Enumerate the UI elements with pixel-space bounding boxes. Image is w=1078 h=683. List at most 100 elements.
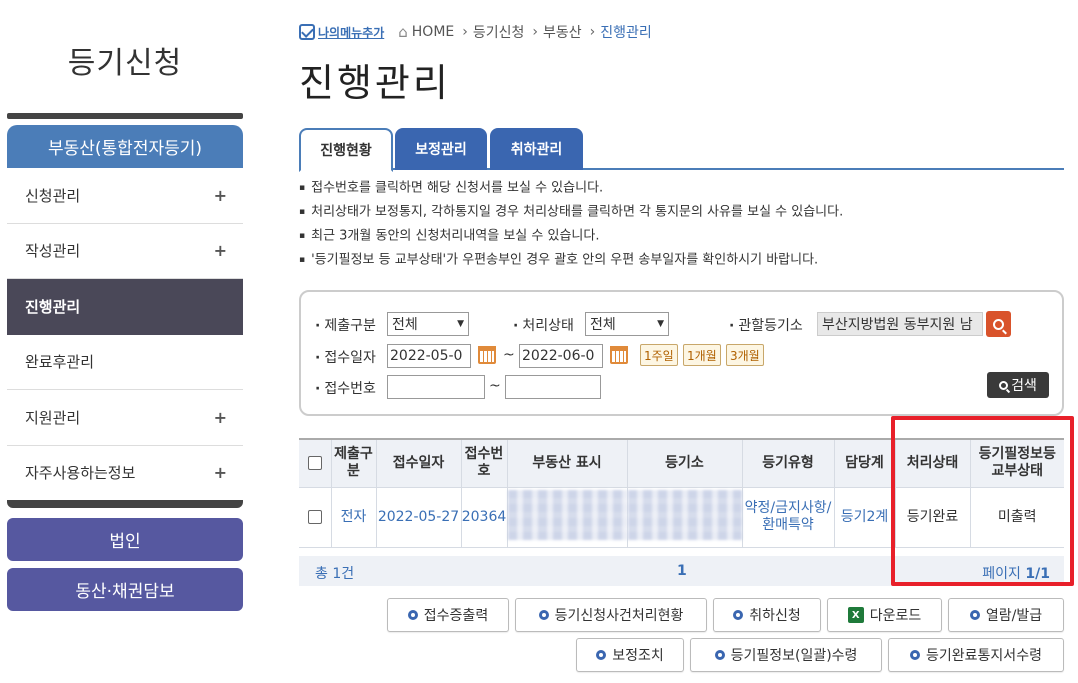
notice-item: 처리상태가 보정통지, 각하통지일 경우 처리상태를 클릭하면 각 통지문의 사… bbox=[299, 204, 843, 228]
button-label: 등기필정보(일괄)수령 bbox=[730, 648, 858, 664]
sidebar-item-progress[interactable]: 진행관리 bbox=[7, 279, 243, 335]
plus-icon[interactable]: + bbox=[214, 408, 227, 427]
breadcrumb-item[interactable]: 부동산 bbox=[543, 22, 582, 42]
column-header[interactable]: 제출구분 bbox=[330, 438, 377, 488]
sidebar-item-after-completion[interactable]: 완료후관리 bbox=[7, 335, 243, 390]
page-indicator: 페이지 1/1 bbox=[982, 563, 1050, 583]
column-header[interactable]: 부동산 표시 bbox=[506, 438, 628, 488]
plus-icon[interactable]: + bbox=[214, 241, 227, 260]
column-header[interactable]: 처리상태 bbox=[894, 438, 971, 488]
total-count: 총 1건 bbox=[315, 566, 355, 582]
breadcrumb-item[interactable]: 등기신청 bbox=[473, 22, 525, 42]
column-header[interactable]: 등기소 bbox=[626, 438, 743, 488]
column-header[interactable]: 접수일자 bbox=[375, 438, 462, 488]
period-1month-button[interactable]: 1개월 bbox=[683, 344, 721, 366]
download-button[interactable]: X 다운로드 bbox=[827, 598, 942, 632]
sidebar-corporation-button[interactable]: 법인 bbox=[7, 518, 243, 561]
tab-progress[interactable]: 진행현황 bbox=[299, 128, 393, 172]
period-3month-button[interactable]: 3개월 bbox=[726, 344, 764, 366]
sidebar-item-support[interactable]: 지원관리 + bbox=[7, 390, 243, 446]
page-indicator-value: 1/1 bbox=[1025, 566, 1050, 582]
calendar-icon[interactable] bbox=[610, 346, 628, 364]
search-panel: 제출구분 전체 ▼ 처리상태 전체 ▼ 관할등기소 부산지방법원 동부지원 남 … bbox=[299, 290, 1064, 416]
range-separator: ~ bbox=[503, 347, 515, 363]
check-icon[interactable] bbox=[299, 24, 315, 40]
bullet-icon bbox=[596, 650, 607, 660]
add-my-menu-link[interactable]: 나의메뉴추가 bbox=[318, 24, 384, 41]
page-title: 진행관리 bbox=[299, 61, 451, 105]
submit-type-label: 제출구분 bbox=[315, 315, 376, 335]
page-link[interactable]: 1 bbox=[677, 563, 687, 579]
tab-withdrawal[interactable]: 취하관리 bbox=[490, 128, 583, 170]
column-header[interactable]: 등기필정보등 교부상태 bbox=[969, 438, 1064, 488]
button-label: 등기완료통지서수령 bbox=[926, 648, 1042, 664]
submit-type-select[interactable]: 전체 ▼ bbox=[387, 312, 469, 336]
date-to-input[interactable]: 2022-06-0 bbox=[519, 344, 603, 368]
sidebar-section-head[interactable]: 부동산(통합전자등기) bbox=[7, 125, 243, 168]
sidebar-item-apply[interactable]: 신청관리 + bbox=[7, 168, 243, 224]
period-1week-button[interactable]: 1주일 bbox=[640, 344, 678, 366]
sidebar: 등기신청 부동산(통합전자등기) 신청관리 + 작성관리 + 진행관리 완료후관… bbox=[7, 0, 243, 683]
button-label: 열람/발급 bbox=[985, 608, 1043, 624]
calendar-icon[interactable] bbox=[478, 346, 496, 364]
button-label: 다운로드 bbox=[869, 608, 922, 624]
cell-receipt-date[interactable]: 2022-05-27 bbox=[375, 486, 462, 548]
column-header[interactable]: 등기유형 bbox=[741, 438, 835, 488]
bullet-icon bbox=[910, 650, 921, 660]
row-checkbox[interactable] bbox=[307, 509, 322, 524]
button-label: 등기신청사건처리현황 bbox=[554, 608, 684, 624]
row-select-cell bbox=[299, 486, 332, 548]
sidebar-movable-button[interactable]: 동산·채권담보 bbox=[7, 568, 243, 611]
date-from-input[interactable]: 2022-05-0 bbox=[387, 344, 471, 368]
notice-list: 접수번호를 클릭하면 해당 신청서를 보실 수 있습니다. 처리상태가 보정통지… bbox=[299, 180, 843, 276]
case-status-button[interactable]: 등기신청사건처리현황 bbox=[515, 598, 707, 632]
view-issue-button[interactable]: 열람/발급 bbox=[948, 598, 1064, 632]
court-label: 관할등기소 bbox=[729, 315, 802, 335]
sidebar-item-label: 지원관리 bbox=[25, 408, 81, 427]
receipt-print-button[interactable]: 접수증출력 bbox=[387, 598, 509, 632]
completion-notice-button[interactable]: 등기완료통지서수령 bbox=[888, 638, 1064, 672]
button-label: 취하신청 bbox=[749, 608, 801, 624]
column-header[interactable]: 접수번호 bbox=[460, 438, 508, 488]
tab-correction[interactable]: 보정관리 bbox=[395, 128, 487, 170]
cell-status[interactable]: 등기완료 bbox=[894, 486, 971, 548]
receipt-no-label: 접수번호 bbox=[315, 378, 376, 398]
cell-property bbox=[506, 486, 628, 548]
status-select[interactable]: 전체 ▼ bbox=[585, 312, 669, 336]
cell-receipt-no[interactable]: 20364 bbox=[460, 486, 508, 548]
bulk-receive-button[interactable]: 등기필정보(일괄)수령 bbox=[690, 638, 882, 672]
status-label: 처리상태 bbox=[513, 315, 574, 335]
search-button[interactable]: 검색 bbox=[987, 372, 1049, 398]
sidebar-menu: 신청관리 + 작성관리 + 진행관리 완료후관리 지원관리 + 자주사용하는정보… bbox=[7, 168, 243, 501]
plus-icon[interactable]: + bbox=[214, 463, 227, 482]
sidebar-item-label: 작성관리 bbox=[25, 242, 81, 261]
court-search-button[interactable] bbox=[986, 311, 1011, 337]
breadcrumb-home[interactable]: HOME bbox=[412, 24, 454, 40]
sidebar-item-label: 진행관리 bbox=[25, 298, 81, 317]
bullet-icon bbox=[538, 610, 549, 620]
sidebar-item-compose[interactable]: 작성관리 + bbox=[7, 224, 243, 279]
search-button-label: 검색 bbox=[1011, 378, 1037, 394]
receipt-no-from-input[interactable] bbox=[387, 375, 485, 399]
column-header[interactable]: 담당계 bbox=[833, 438, 896, 488]
table-row[interactable]: 전자 2022-05-27 20364 약정/금지사항/환매특약 등기2계 등기… bbox=[299, 486, 1064, 548]
cell-team[interactable]: 등기2계 bbox=[833, 486, 896, 548]
withdraw-request-button[interactable]: 취하신청 bbox=[713, 598, 821, 632]
excel-icon: X bbox=[847, 607, 864, 623]
select-all-checkbox[interactable] bbox=[307, 455, 322, 470]
cell-registration-type[interactable]: 약정/금지사항/환매특약 bbox=[741, 486, 835, 548]
court-field[interactable]: 부산지방법원 동부지원 남 bbox=[817, 312, 983, 336]
sidebar-divider bbox=[7, 113, 243, 119]
cell-submit-type[interactable]: 전자 bbox=[330, 486, 377, 548]
plus-icon[interactable]: + bbox=[214, 186, 227, 205]
date-label: 접수일자 bbox=[315, 347, 376, 367]
sidebar-item-frequent-info[interactable]: 자주사용하는정보 + bbox=[7, 446, 243, 501]
sidebar-divider-bottom bbox=[7, 500, 243, 508]
table-header-row: 제출구분 접수일자 접수번호 부동산 표시 등기소 등기유형 담당계 처리상태 … bbox=[299, 438, 1064, 488]
receipt-no-to-input[interactable] bbox=[505, 375, 601, 399]
select-all-cell bbox=[299, 438, 332, 488]
correction-action-button[interactable]: 보정조치 bbox=[576, 638, 684, 672]
sidebar-item-label: 자주사용하는정보 bbox=[25, 464, 136, 483]
bullet-icon bbox=[733, 610, 744, 620]
notice-item: 최근 3개월 동안의 신청처리내역을 보실 수 있습니다. bbox=[299, 228, 843, 252]
